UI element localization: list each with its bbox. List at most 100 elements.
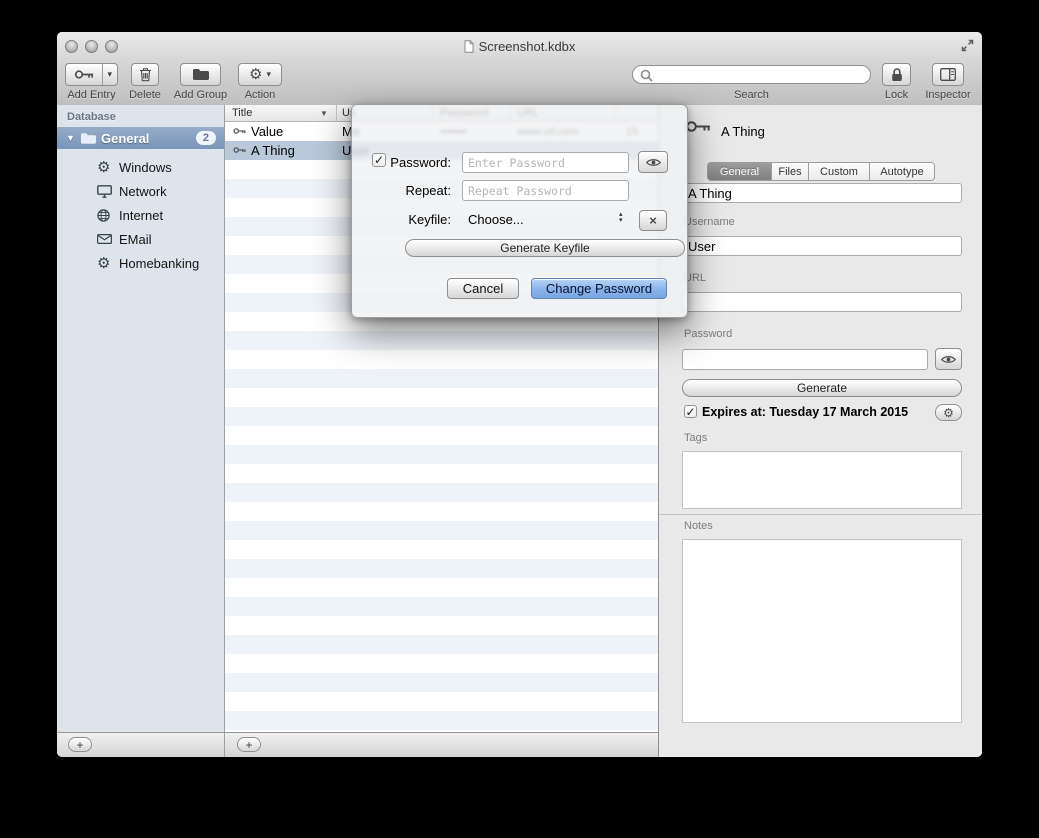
delete-label: Delete	[117, 89, 173, 101]
sidebar-item-network[interactable]: Network	[57, 179, 224, 203]
keyfile-popup[interactable]: Choose...	[468, 212, 524, 227]
gear-icon: ⚙	[249, 67, 262, 82]
password-checkbox[interactable]: ✓	[372, 153, 386, 167]
window-header: Screenshot.kdbx ▾	[57, 32, 982, 106]
tab-custom[interactable]: Custom	[809, 163, 870, 180]
password-field[interactable]	[682, 349, 928, 370]
disclosure-triangle-icon[interactable]: ▼	[66, 133, 75, 143]
close-icon: ×	[649, 213, 657, 228]
dialog-password-input[interactable]	[462, 152, 629, 173]
eye-icon	[941, 355, 956, 364]
change-password-label: Change Password	[546, 281, 652, 296]
search-icon	[640, 69, 653, 82]
add-entry-button[interactable]: ▾	[65, 63, 118, 86]
checkmark-icon: ✓	[685, 406, 695, 418]
envelope-icon	[97, 234, 112, 244]
sidebar-item-email[interactable]: EMail	[57, 227, 224, 251]
folder-icon	[80, 132, 97, 145]
sidebar-item-label: Internet	[119, 208, 163, 223]
sort-indicator-icon[interactable]: ▼	[320, 109, 328, 118]
chevron-down-icon: ▾	[266, 69, 271, 80]
generate-keyfile-label: Generate Keyfile	[500, 241, 589, 255]
username-label: Username	[684, 216, 735, 228]
search-input[interactable]	[632, 65, 871, 84]
tab-autotype[interactable]: Autotype	[870, 163, 934, 180]
sidebar-group-general[interactable]: ▼ General 2	[57, 127, 224, 149]
inspector-panel: A Thing General Files Custom Autotype Us…	[658, 105, 982, 757]
tags-textarea[interactable]	[682, 451, 962, 509]
dialog-repeat-label: Repeat:	[372, 183, 451, 198]
notes-label: Notes	[684, 520, 713, 532]
key-icon	[685, 119, 711, 134]
divider	[224, 733, 225, 757]
change-password-button[interactable]: Change Password	[531, 278, 667, 299]
action-label: Action	[238, 89, 282, 101]
popup-stepper-icon[interactable]: ▴ ▾	[619, 212, 623, 224]
sidebar-item-label: Homebanking	[119, 256, 199, 271]
window-title-text: Screenshot.kdbx	[479, 39, 576, 54]
password-label: Password	[684, 328, 732, 340]
lock-label: Lock	[868, 89, 925, 101]
entry-title: Value	[251, 124, 283, 139]
tags-label: Tags	[684, 432, 707, 444]
expires-text: Expires at: Tuesday 17 March 2015	[702, 405, 908, 419]
username-field[interactable]	[682, 236, 962, 256]
sidebar-item-label: EMail	[119, 232, 152, 247]
add-group-button[interactable]	[180, 63, 221, 86]
sidebar-item-homebanking[interactable]: ⚙ Homebanking	[57, 251, 224, 275]
checkmark-icon: ✓	[374, 154, 384, 166]
gear-icon: ⚙	[97, 160, 110, 175]
inspector-entry-title: A Thing	[721, 124, 765, 139]
dialog-repeat-input[interactable]	[462, 180, 629, 201]
generate-keyfile-button[interactable]: Generate Keyfile	[405, 239, 685, 257]
gear-icon: ⚙	[97, 256, 110, 271]
add-entry-plus-button[interactable]: +	[237, 737, 261, 752]
document-icon	[464, 40, 474, 53]
add-entry-label: Add Entry	[65, 89, 118, 101]
window-title: Screenshot.kdbx	[57, 32, 982, 60]
globe-icon	[97, 209, 110, 222]
sidebar-item-windows[interactable]: ⚙ Windows	[57, 155, 224, 179]
tab-files[interactable]: Files	[772, 163, 809, 180]
section-divider	[659, 514, 982, 515]
cancel-label: Cancel	[463, 281, 503, 296]
desktop-background: Screenshot.kdbx ▾	[0, 0, 1039, 838]
generate-password-button[interactable]: Generate	[682, 379, 962, 397]
notes-textarea[interactable]	[682, 539, 962, 723]
column-divider[interactable]	[336, 105, 337, 122]
dialog-keyfile-label: Keyfile:	[372, 212, 451, 227]
key-icon	[233, 127, 246, 135]
entry-title: A Thing	[251, 143, 295, 158]
lock-icon	[891, 67, 903, 82]
expires-settings-button[interactable]: ⚙	[935, 404, 962, 421]
column-header-title[interactable]: Title	[232, 107, 252, 119]
plus-icon: +	[245, 738, 252, 752]
plus-icon: +	[76, 738, 83, 752]
chevron-down-icon[interactable]: ▾	[102, 64, 117, 85]
gear-icon: ⚙	[943, 407, 954, 419]
title-field[interactable]	[682, 183, 962, 203]
url-field[interactable]	[682, 292, 962, 312]
change-password-dialog: ✓ Password: Repeat: Keyfile: Choose... ▴…	[351, 104, 688, 318]
fullscreen-resize-icon[interactable]	[961, 39, 974, 52]
expires-checkbox[interactable]: ✓	[684, 405, 697, 418]
search-label: Search	[632, 89, 871, 101]
lock-button[interactable]	[882, 63, 911, 86]
inspector-toggle-button[interactable]	[932, 63, 964, 86]
group-count-badge: 2	[196, 131, 216, 145]
sidebar-item-label: Network	[119, 184, 167, 199]
inspector-tabs: General Files Custom Autotype	[707, 162, 935, 181]
action-button[interactable]: ⚙ ▾	[238, 63, 282, 86]
delete-button[interactable]	[131, 63, 159, 86]
bottom-bar: + +	[57, 732, 658, 757]
folder-icon	[192, 68, 210, 81]
dialog-show-password-button[interactable]	[638, 151, 668, 173]
eye-icon	[646, 158, 661, 167]
add-group-plus-button[interactable]: +	[68, 737, 92, 752]
sidebar-item-internet[interactable]: Internet	[57, 203, 224, 227]
show-password-button[interactable]	[935, 348, 962, 370]
cancel-button[interactable]: Cancel	[447, 278, 519, 299]
add-group-label: Add Group	[170, 89, 231, 101]
tab-general[interactable]: General	[708, 163, 772, 180]
clear-keyfile-button[interactable]: ×	[639, 210, 667, 231]
